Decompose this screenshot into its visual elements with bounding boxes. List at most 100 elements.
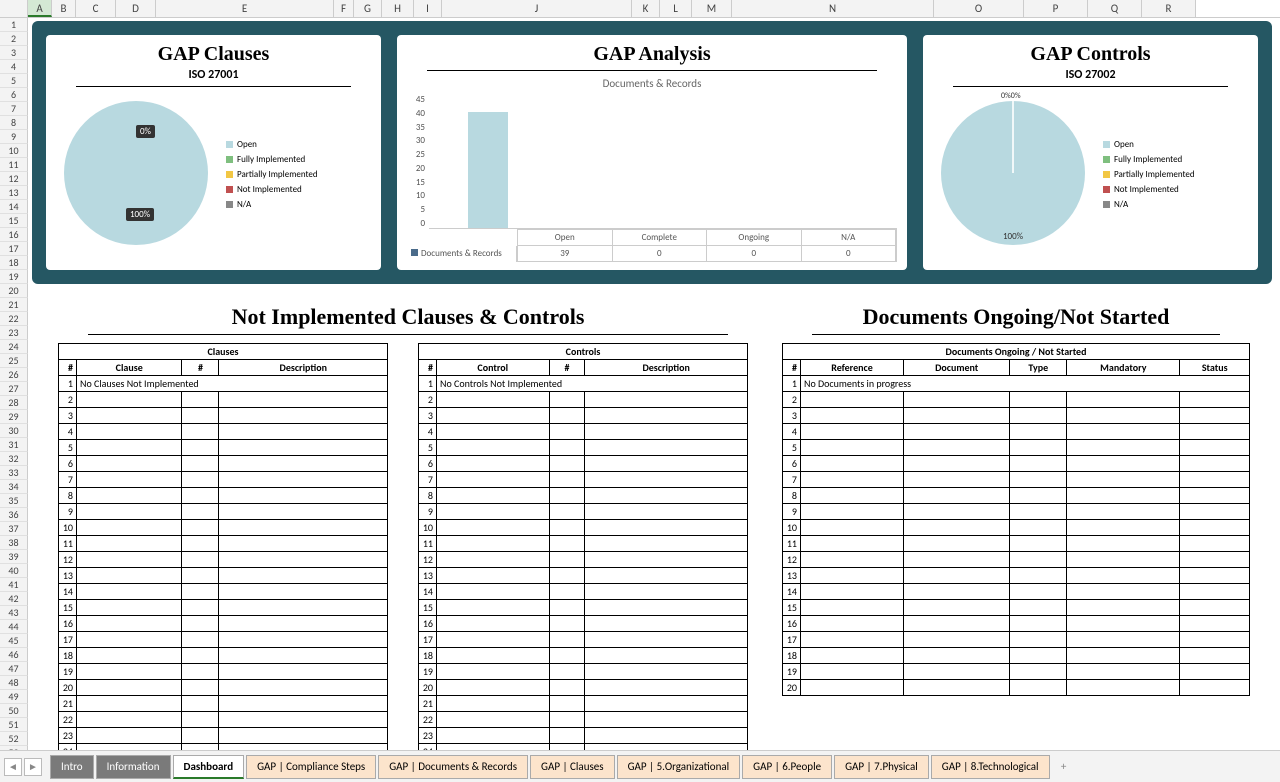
row-header-32[interactable]: 32: [0, 452, 28, 466]
row-header-19[interactable]: 19: [0, 270, 28, 284]
table-row[interactable]: 11: [59, 536, 388, 552]
table-row[interactable]: 14: [59, 584, 388, 600]
row-header-11[interactable]: 11: [0, 158, 28, 172]
column-header-J[interactable]: J: [442, 0, 632, 17]
column-header-O[interactable]: O: [934, 0, 1024, 17]
row-header-16[interactable]: 16: [0, 228, 28, 242]
table-row[interactable]: 4: [783, 424, 1250, 440]
table-row[interactable]: 9: [783, 504, 1250, 520]
sheet-tab[interactable]: GAP | 7.Physical: [834, 755, 929, 779]
sheet-tab[interactable]: GAP | 8.Technological: [931, 755, 1050, 779]
sheet-tab[interactable]: GAP | 6.People: [742, 755, 832, 779]
row-header-37[interactable]: 37: [0, 522, 28, 536]
row-header-42[interactable]: 42: [0, 592, 28, 606]
table-row[interactable]: 12: [419, 552, 748, 568]
row-header-41[interactable]: 41: [0, 578, 28, 592]
table-row[interactable]: 12: [783, 552, 1250, 568]
table-row[interactable]: 20: [419, 680, 748, 696]
table-row[interactable]: 18: [783, 648, 1250, 664]
column-header-M[interactable]: M: [692, 0, 732, 17]
sheet-tab[interactable]: GAP | Clauses: [530, 755, 615, 779]
table-row[interactable]: 7: [783, 472, 1250, 488]
row-header-26[interactable]: 26: [0, 368, 28, 382]
column-header-E[interactable]: E: [156, 0, 334, 17]
table-row[interactable]: 20: [59, 680, 388, 696]
row-header-13[interactable]: 13: [0, 186, 28, 200]
column-header-K[interactable]: K: [632, 0, 660, 17]
table-row[interactable]: 16: [783, 616, 1250, 632]
column-header-C[interactable]: C: [76, 0, 116, 17]
column-header-N[interactable]: N: [732, 0, 934, 17]
table-row[interactable]: 15: [59, 600, 388, 616]
column-header-P[interactable]: P: [1024, 0, 1088, 17]
row-header-45[interactable]: 45: [0, 634, 28, 648]
column-header-H[interactable]: H: [382, 0, 414, 17]
table-row[interactable]: 22: [419, 712, 748, 728]
sheet-tab[interactable]: Intro: [50, 755, 94, 779]
table-row[interactable]: 2: [419, 392, 748, 408]
table-row[interactable]: 18: [419, 648, 748, 664]
row-header-53[interactable]: 53: [0, 746, 28, 750]
table-row[interactable]: 5: [59, 440, 388, 456]
row-header-38[interactable]: 38: [0, 536, 28, 550]
table-row[interactable]: 6: [783, 456, 1250, 472]
row-header-14[interactable]: 14: [0, 200, 28, 214]
row-header-48[interactable]: 48: [0, 676, 28, 690]
table-row[interactable]: 13: [419, 568, 748, 584]
table-row[interactable]: 18: [59, 648, 388, 664]
table-row[interactable]: 8: [783, 488, 1250, 504]
table-row[interactable]: 16: [419, 616, 748, 632]
row-header-27[interactable]: 27: [0, 382, 28, 396]
table-row[interactable]: 12: [59, 552, 388, 568]
row-header-34[interactable]: 34: [0, 480, 28, 494]
row-header-6[interactable]: 6: [0, 88, 28, 102]
table-row[interactable]: 11: [419, 536, 748, 552]
table-row[interactable]: 21: [419, 696, 748, 712]
table-row[interactable]: 3: [783, 408, 1250, 424]
table-row[interactable]: 10: [419, 520, 748, 536]
table-row[interactable]: 23: [59, 728, 388, 744]
sheet-tab[interactable]: GAP | Documents & Records: [378, 755, 528, 779]
table-row[interactable]: 6: [419, 456, 748, 472]
table-row[interactable]: 8: [419, 488, 748, 504]
sheet-tab[interactable]: GAP | Compliance Steps: [246, 755, 376, 779]
row-header-36[interactable]: 36: [0, 508, 28, 522]
row-header-30[interactable]: 30: [0, 424, 28, 438]
row-header-23[interactable]: 23: [0, 326, 28, 340]
row-header-46[interactable]: 46: [0, 648, 28, 662]
table-row[interactable]: 13: [783, 568, 1250, 584]
table-row[interactable]: 19: [59, 664, 388, 680]
column-header-A[interactable]: A: [28, 0, 52, 17]
row-header-22[interactable]: 22: [0, 312, 28, 326]
table-row[interactable]: 11: [783, 536, 1250, 552]
add-sheet-button[interactable]: +: [1052, 760, 1076, 773]
column-header-G[interactable]: G: [354, 0, 382, 17]
row-header-29[interactable]: 29: [0, 410, 28, 424]
table-row[interactable]: 24: [59, 744, 388, 751]
sheet-tab[interactable]: Dashboard: [173, 755, 245, 779]
row-header-51[interactable]: 51: [0, 718, 28, 732]
row-header-35[interactable]: 35: [0, 494, 28, 508]
documents-table[interactable]: Documents Ongoing / Not Started #Referen…: [782, 343, 1250, 696]
row-header-20[interactable]: 20: [0, 284, 28, 298]
table-row[interactable]: 3: [419, 408, 748, 424]
row-header-49[interactable]: 49: [0, 690, 28, 704]
table-row[interactable]: 20: [783, 680, 1250, 696]
row-header-12[interactable]: 12: [0, 172, 28, 186]
table-row[interactable]: 4: [419, 424, 748, 440]
row-header-18[interactable]: 18: [0, 256, 28, 270]
row-header-21[interactable]: 21: [0, 298, 28, 312]
column-header-F[interactable]: F: [334, 0, 354, 17]
table-row[interactable]: 23: [419, 728, 748, 744]
table-row[interactable]: 10: [59, 520, 388, 536]
table-row[interactable]: 24: [419, 744, 748, 751]
row-header-40[interactable]: 40: [0, 564, 28, 578]
row-header-31[interactable]: 31: [0, 438, 28, 452]
table-row[interactable]: 19: [783, 664, 1250, 680]
clauses-table[interactable]: Clauses #Clause#Description 1No Clauses …: [58, 343, 388, 750]
sheet-tab[interactable]: GAP | 5.Organizational: [617, 755, 741, 779]
column-header-Q[interactable]: Q: [1088, 0, 1142, 17]
table-row[interactable]: 4: [59, 424, 388, 440]
table-row[interactable]: 17: [419, 632, 748, 648]
table-row[interactable]: 8: [59, 488, 388, 504]
